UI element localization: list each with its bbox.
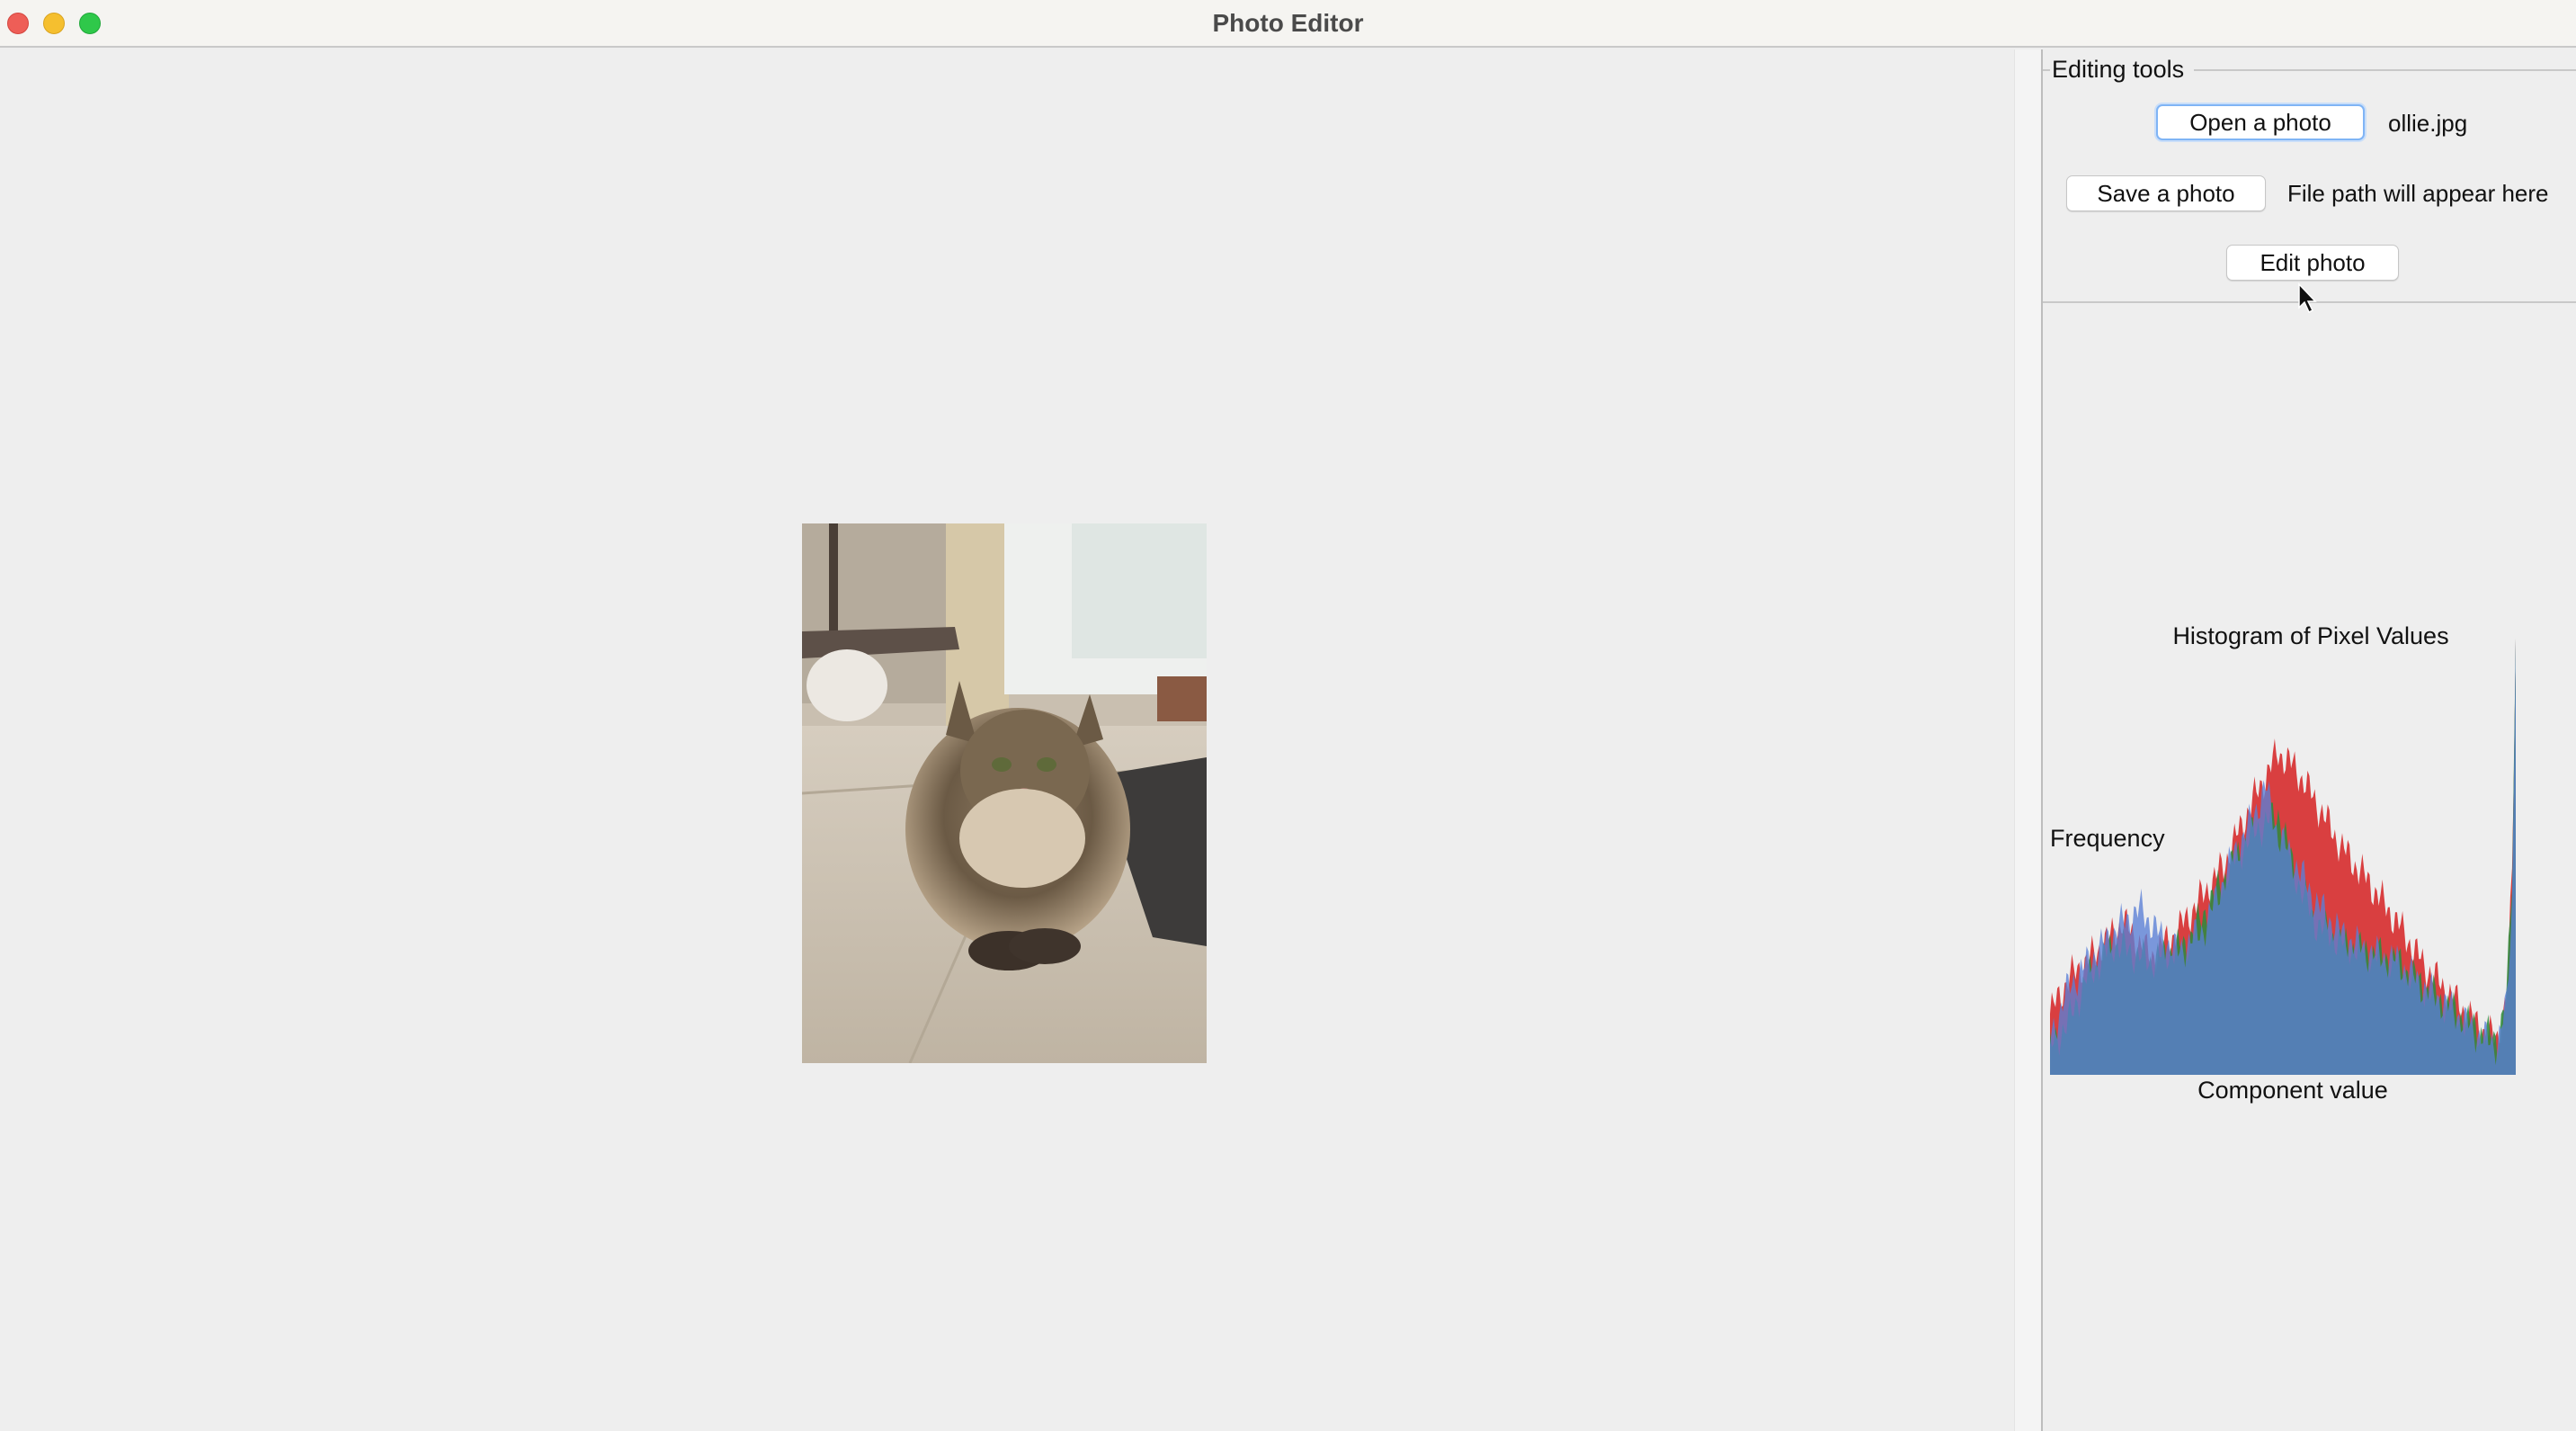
file-name-label: ollie.jpg — [2388, 110, 2468, 137]
editing-tools-label: Editing tools — [2052, 56, 2185, 83]
histogram-series-2 — [2050, 639, 2516, 1075]
mouse-cursor-icon — [2298, 282, 2317, 314]
histogram-chart — [2050, 639, 2516, 1075]
edit-photo-button[interactable]: Edit photo — [2226, 245, 2399, 281]
cat-photo — [802, 523, 1207, 1063]
save-photo-button[interactable]: Save a photo — [2066, 175, 2266, 211]
histogram-x-label: Component value — [2197, 1077, 2388, 1104]
open-photo-button[interactable]: Open a photo — [2156, 104, 2365, 140]
file-path-label: File path will appear here — [2287, 180, 2549, 207]
tools-group-border — [2194, 69, 2576, 71]
title-bar: Photo Editor — [0, 0, 2576, 48]
tools-group-border — [2043, 69, 2050, 71]
window-title: Photo Editor — [1212, 9, 1364, 37]
panel-divider[interactable] — [2014, 49, 2041, 1431]
photo-canvas — [0, 49, 2014, 1431]
